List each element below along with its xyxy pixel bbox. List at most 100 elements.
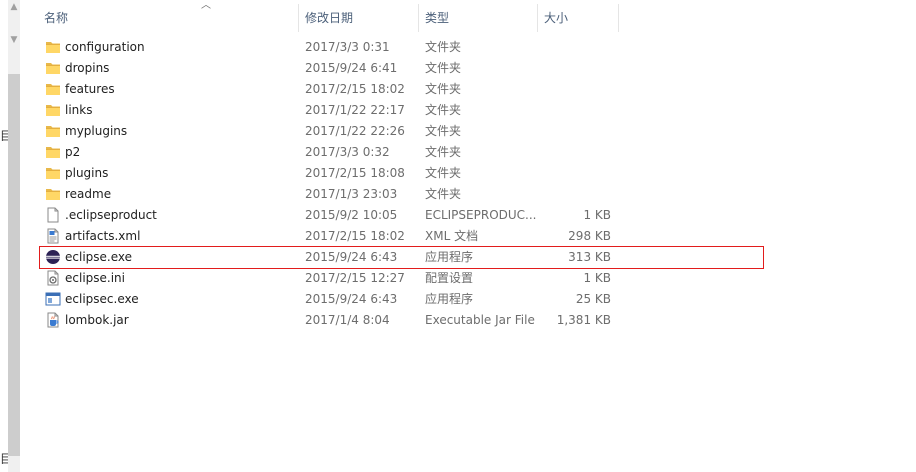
file-row[interactable]: plugins 2017/2/15 18:08 文件夹 bbox=[40, 163, 763, 184]
file-name: myplugins bbox=[65, 124, 128, 138]
file-name: eclipsec.exe bbox=[65, 292, 139, 306]
file-name: eclipse.ini bbox=[65, 271, 125, 285]
application-icon bbox=[45, 291, 61, 307]
header-date-label: 修改日期 bbox=[305, 11, 354, 25]
file-name: features bbox=[65, 82, 115, 96]
file-type: 文件夹 bbox=[425, 166, 462, 180]
file-row[interactable]: .eclipseproduct 2015/9/2 10:05 ECLIPSEPROD… bbox=[40, 205, 763, 226]
column-header: 名称 ︿ 修改日期 类型 大小 bbox=[0, 0, 916, 32]
file-modified-date: 2015/9/2 10:05 bbox=[305, 208, 398, 222]
file-name: lombok.jar bbox=[65, 313, 129, 327]
file-type: 文件夹 bbox=[425, 145, 462, 159]
header-size[interactable]: 大小 bbox=[538, 0, 619, 32]
file-modified-date: 2017/1/3 23:03 bbox=[305, 187, 398, 201]
file-type: 配置设置 bbox=[425, 271, 474, 285]
file-size: 1 KB bbox=[583, 208, 611, 222]
file-name: dropins bbox=[65, 61, 110, 75]
file-name: .eclipseproduct bbox=[65, 208, 157, 222]
file-type: 文件夹 bbox=[425, 187, 462, 201]
header-size-label: 大小 bbox=[544, 11, 569, 25]
folder-icon bbox=[45, 39, 61, 55]
header-name-label: 名称 bbox=[44, 11, 69, 25]
file-type: 文件夹 bbox=[425, 82, 462, 96]
navigation-pane-edge: 目 目 ▲ ▼ bbox=[0, 0, 20, 472]
file-row[interactable]: p2 2017/3/3 0:32 文件夹 bbox=[40, 142, 763, 163]
file-modified-date: 2015/9/24 6:41 bbox=[305, 61, 398, 75]
file-type: ECLIPSEPRODUC... bbox=[425, 208, 537, 222]
file-type: 文件夹 bbox=[425, 61, 462, 75]
file-type: 应用程序 bbox=[425, 250, 474, 264]
file-modified-date: 2017/3/3 0:32 bbox=[305, 145, 390, 159]
file-row[interactable]: features 2017/2/15 18:02 文件夹 bbox=[40, 79, 763, 100]
file-size: 298 KB bbox=[568, 229, 611, 243]
file-modified-date: 2017/2/15 18:02 bbox=[305, 229, 405, 243]
file-type: 文件夹 bbox=[425, 124, 462, 138]
file-modified-date: 2017/2/15 18:08 bbox=[305, 166, 405, 180]
file-type: 应用程序 bbox=[425, 292, 474, 306]
settings-file-icon bbox=[45, 270, 61, 286]
file-modified-date: 2017/1/4 8:04 bbox=[305, 313, 390, 327]
scrollbar-thumb[interactable] bbox=[8, 74, 20, 456]
scroll-down-arrow-icon[interactable]: ▼ bbox=[9, 35, 19, 45]
column-divider[interactable] bbox=[618, 4, 619, 32]
file-modified-date: 2015/9/24 6:43 bbox=[305, 250, 398, 264]
file-row[interactable]: dropins 2015/9/24 6:41 文件夹 bbox=[40, 58, 763, 79]
header-type[interactable]: 类型 bbox=[419, 0, 538, 32]
file-row[interactable]: artifacts.xml 2017/2/15 18:02 XML 文档 298 KB bbox=[40, 226, 763, 247]
file-row[interactable]: myplugins 2017/1/22 22:26 文件夹 bbox=[40, 121, 763, 142]
file-name: readme bbox=[65, 187, 112, 201]
file-row[interactable]: eclipsec.exe 2015/9/24 6:43 应用程序 25 KB bbox=[40, 289, 763, 310]
file-size bbox=[543, 184, 611, 205]
file-modified-date: 2017/2/15 12:27 bbox=[305, 271, 405, 285]
clipped-nav-text: 目 bbox=[0, 452, 8, 464]
xml-file-icon bbox=[45, 228, 61, 244]
file-row[interactable]: lombok.jar 2017/1/4 8:04 Executable Jar Fi… bbox=[40, 310, 763, 331]
file-type: XML 文档 bbox=[425, 229, 479, 243]
folder-icon bbox=[45, 81, 61, 97]
file-type: Executable Jar File bbox=[425, 313, 535, 327]
file-name: p2 bbox=[65, 145, 81, 159]
file-name: links bbox=[65, 103, 93, 117]
file-row-selected[interactable]: eclipse.exe 2015/9/24 6:43 应用程序 313 KB bbox=[39, 246, 764, 269]
header-type-label: 类型 bbox=[425, 11, 450, 25]
file-size: 1 KB bbox=[583, 271, 611, 285]
file-type: 文件夹 bbox=[425, 103, 462, 117]
file-size bbox=[543, 163, 611, 184]
file-size bbox=[543, 37, 611, 58]
file-name: eclipse.exe bbox=[65, 250, 133, 264]
eclipse-icon bbox=[45, 249, 61, 265]
folder-icon bbox=[45, 60, 61, 76]
blank-file-icon bbox=[45, 207, 61, 223]
file-size bbox=[543, 58, 611, 79]
file-size bbox=[543, 79, 611, 100]
header-name[interactable]: 名称 ︿ bbox=[38, 0, 299, 32]
file-size: 313 KB bbox=[568, 250, 611, 264]
file-type: 文件夹 bbox=[425, 40, 462, 54]
file-size: 1,381 KB bbox=[556, 313, 611, 327]
file-size bbox=[543, 121, 611, 142]
file-modified-date: 2017/1/22 22:26 bbox=[305, 124, 405, 138]
folder-icon bbox=[45, 144, 61, 160]
folder-icon bbox=[45, 186, 61, 202]
file-modified-date: 2017/3/3 0:31 bbox=[305, 40, 390, 54]
file-modified-date: 2017/2/15 18:02 bbox=[305, 82, 405, 96]
folder-icon bbox=[45, 123, 61, 139]
file-size bbox=[543, 142, 611, 163]
file-name: artifacts.xml bbox=[65, 229, 141, 243]
folder-icon bbox=[45, 102, 61, 118]
file-modified-date: 2017/1/22 22:17 bbox=[305, 103, 405, 117]
sort-ascending-icon: ︿ bbox=[201, 0, 211, 11]
file-size bbox=[543, 100, 611, 121]
file-name: plugins bbox=[65, 166, 109, 180]
file-size: 25 KB bbox=[575, 292, 611, 306]
file-row[interactable]: eclipse.ini 2017/2/15 12:27 配置设置 1 KB bbox=[40, 268, 763, 289]
file-row[interactable]: configuration 2017/3/3 0:31 文件夹 bbox=[40, 37, 763, 58]
clipped-nav-text: 目 bbox=[0, 129, 8, 141]
file-row[interactable]: links 2017/1/22 22:17 文件夹 bbox=[40, 100, 763, 121]
folder-icon bbox=[45, 165, 61, 181]
file-name: configuration bbox=[65, 40, 145, 54]
file-modified-date: 2015/9/24 6:43 bbox=[305, 292, 398, 306]
header-date[interactable]: 修改日期 bbox=[299, 0, 419, 32]
jar-file-icon bbox=[45, 312, 61, 328]
file-row[interactable]: readme 2017/1/3 23:03 文件夹 bbox=[40, 184, 763, 205]
